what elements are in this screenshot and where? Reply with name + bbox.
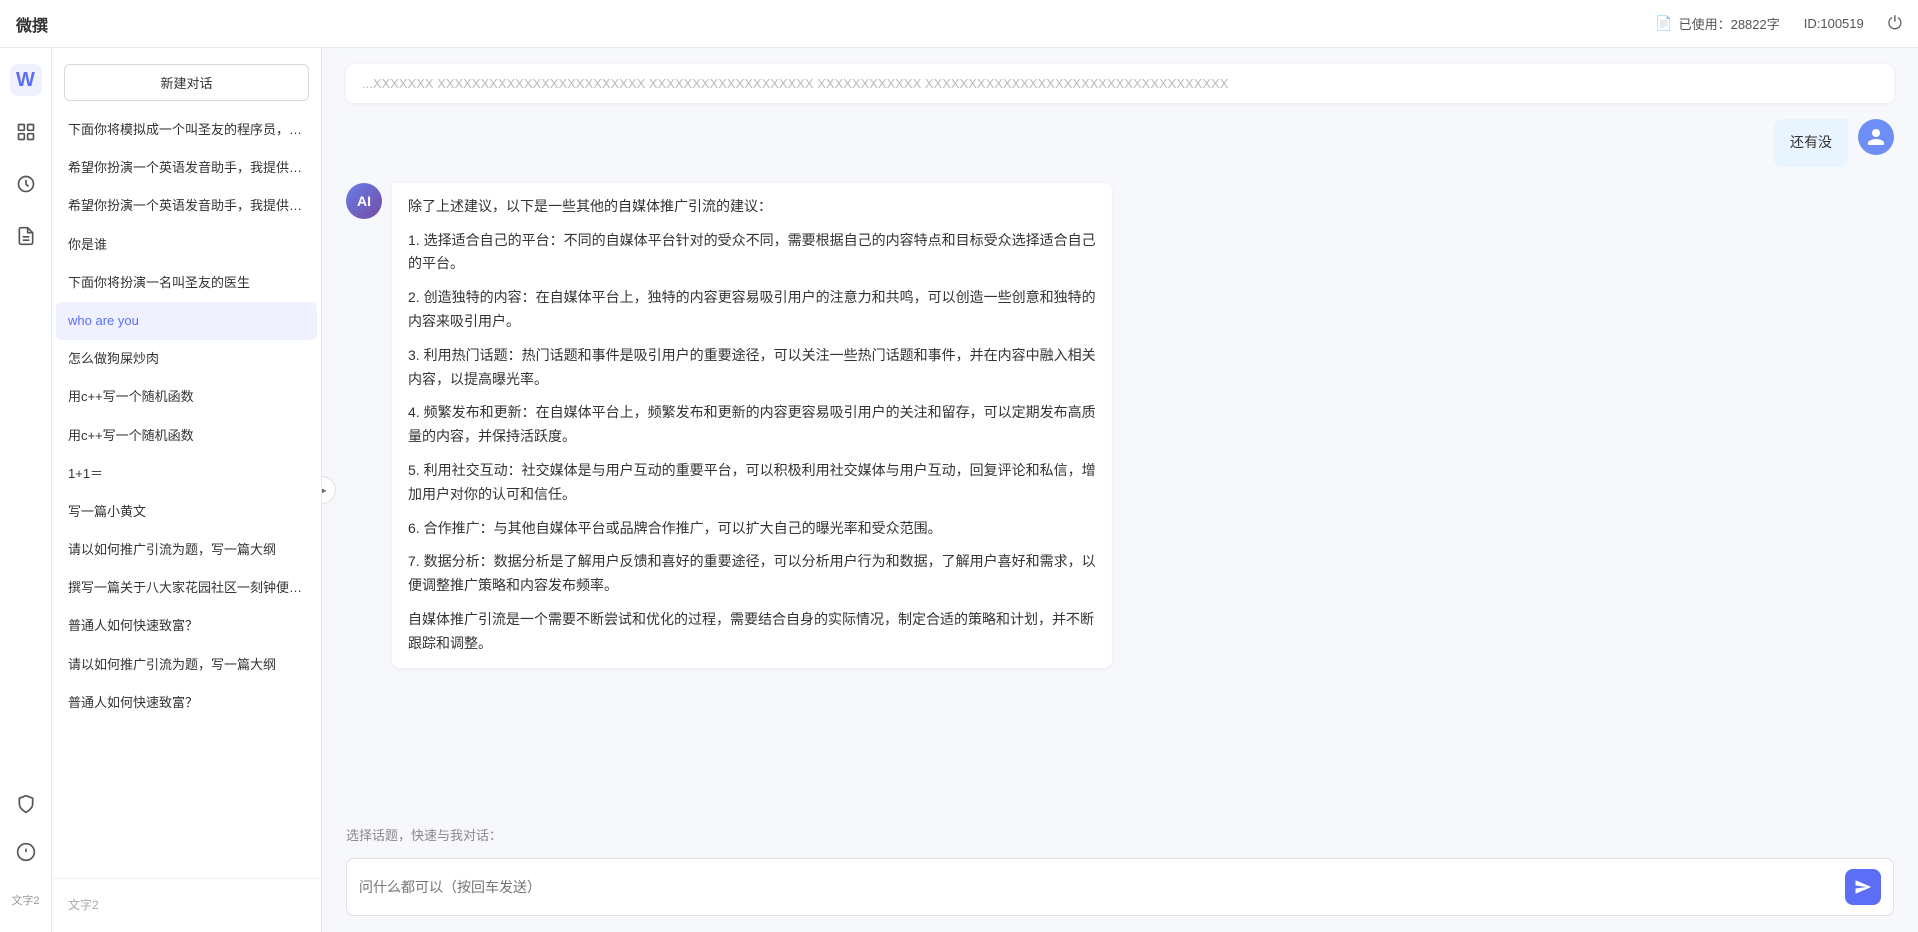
chat-messages: ...XXXXXXX XXXXXXXXXXXXXXXXXXXXXXXX XXXX… <box>322 48 1918 815</box>
ai-para-3: 3. 利用热门话题：热门话题和事件是吸引用户的重要途径，可以关注一些热门话题和事… <box>408 344 1096 392</box>
power-icon[interactable]: ⏻ <box>1888 13 1902 34</box>
conv-list-bottom: 文字2 <box>52 878 321 932</box>
conv-item-1[interactable]: 下面你将模拟成一个叫圣友的程序员，我说... <box>56 111 317 149</box>
sidebar-icon-home[interactable] <box>10 116 42 148</box>
app-logo: 微撰 <box>16 12 48 36</box>
topbar: 微撰 📄 已使用：28822字 ID:100519 ⏻ <box>0 0 1918 48</box>
icon-sidebar-bottom: 文字2 <box>10 788 42 916</box>
conv-list-header: 新建对话 <box>52 48 321 111</box>
conv-item-9[interactable]: 用c++写一个随机函数 <box>56 417 317 455</box>
conv-item-8[interactable]: 用c++写一个随机函数 <box>56 378 317 416</box>
ai-para-5: 5. 利用社交互动：社交媒体是与用户互动的重要平台，可以积极利用社交媒体与用户互… <box>408 459 1096 507</box>
input-area <box>322 850 1918 932</box>
id-label: ID:100519 <box>1804 16 1864 31</box>
truncated-message: ...XXXXXXX XXXXXXXXXXXXXXXXXXXXXXXX XXXX… <box>346 64 1894 103</box>
ai-message-bubble: 除了上述建议，以下是一些其他的自媒体推广引流的建议： 1. 选择适合自己的平台：… <box>392 183 1112 668</box>
new-conversation-button[interactable]: 新建对话 <box>64 64 309 101</box>
user-avatar <box>1858 119 1894 155</box>
chat-area: ▶ ...XXXXXXX XXXXXXXXXXXXXXXXXXXXXXXX XX… <box>322 48 1918 932</box>
sidebar-icon-clock[interactable] <box>10 168 42 200</box>
send-button[interactable] <box>1845 869 1881 905</box>
conv-item-6[interactable]: who are you <box>56 302 317 340</box>
user-message-bubble: 还有没 <box>1774 119 1848 167</box>
topic-bar: 选择话题，快速与我对话： <box>322 815 1918 850</box>
ai-para-7: 7. 数据分析：数据分析是了解用户反馈和喜好的重要途径，可以分析用户行为和数据，… <box>408 550 1096 598</box>
ai-para-2: 2. 创造独特的内容：在自媒体平台上，独特的内容更容易吸引用户的注意力和共鸣，可… <box>408 286 1096 334</box>
document-icon: 📄 <box>1655 15 1672 32</box>
ai-para-6: 6. 合作推广：与其他自媒体平台或品牌合作推广，可以扩大自己的曝光率和受众范围。 <box>408 517 1096 541</box>
conv-item-16[interactable]: 普通人如何快速致富？ <box>56 684 317 722</box>
user-message-row: 还有没 <box>346 119 1894 167</box>
conv-item-12[interactable]: 请以如何推广引流为题，写一篇大纲 <box>56 531 317 569</box>
topbar-right: 📄 已使用：28822字 ID:100519 ⏻ <box>1655 13 1902 34</box>
usage-text: 已使用：28822字 <box>1679 14 1780 33</box>
conv-item-4[interactable]: 你是谁 <box>56 226 317 264</box>
conv-item-14[interactable]: 普通人如何快速致富？ <box>56 607 317 645</box>
ai-para-4: 4. 频繁发布和更新：在自媒体平台上，频繁发布和更新的内容更容易吸引用户的关注和… <box>408 401 1096 449</box>
topic-bar-label: 选择话题，快速与我对话： <box>346 828 502 843</box>
conv-item-15[interactable]: 请以如何推广引流为题，写一篇大纲 <box>56 646 317 684</box>
ai-avatar: AI <box>346 183 382 219</box>
conv-item-5[interactable]: 下面你将扮演一名叫圣友的医生 <box>56 264 317 302</box>
ai-message-row: AI 除了上述建议，以下是一些其他的自媒体推广引流的建议： 1. 选择适合自己的… <box>346 183 1894 668</box>
ai-para-0: 除了上述建议，以下是一些其他的自媒体推广引流的建议： <box>408 195 1096 219</box>
conv-item-2[interactable]: 希望你扮演一个英语发音助手，我提供给你... <box>56 149 317 187</box>
sidebar-icon-info[interactable] <box>10 836 42 868</box>
usage-info: 📄 已使用：28822字 <box>1655 14 1780 33</box>
conv-item-10[interactable]: 1+1＝ <box>56 455 317 493</box>
conv-item-11[interactable]: 写一篇小黄文 <box>56 493 317 531</box>
ai-para-1: 1. 选择适合自己的平台：不同的自媒体平台针对的受众不同，需要根据自己的内容特点… <box>408 229 1096 277</box>
conv-item-bottom-1[interactable]: 文字2 <box>56 887 317 924</box>
conversation-items: 下面你将模拟成一个叫圣友的程序员，我说... 希望你扮演一个英语发音助手，我提供… <box>52 111 321 878</box>
icon-sidebar: W 文字2 <box>0 48 52 932</box>
conv-item-7[interactable]: 怎么做狗屎炒肉 <box>56 340 317 378</box>
sidebar-icon-shield[interactable] <box>10 788 42 820</box>
sidebar-icon-text[interactable]: 文字2 <box>10 884 42 916</box>
sidebar-icon-doc[interactable] <box>10 220 42 252</box>
input-wrapper <box>346 858 1894 916</box>
conversation-list: 新建对话 下面你将模拟成一个叫圣友的程序员，我说... 希望你扮演一个英语发音助… <box>52 48 322 932</box>
conv-item-13[interactable]: 撰写一篇关于八大家花园社区一刻钟便民生... <box>56 569 317 607</box>
chat-input[interactable] <box>359 879 1837 895</box>
main-layout: W 文字2 新建对话 下面你将模拟成一个叫圣友的程序员，我说... 希望你扮演一… <box>0 48 1918 932</box>
sidebar-icon-w[interactable]: W <box>10 64 42 96</box>
conv-item-3[interactable]: 希望你扮演一个英语发音助手，我提供给你... <box>56 187 317 225</box>
ai-para-8: 自媒体推广引流是一个需要不断尝试和优化的过程，需要结合自身的实际情况，制定合适的… <box>408 608 1096 656</box>
